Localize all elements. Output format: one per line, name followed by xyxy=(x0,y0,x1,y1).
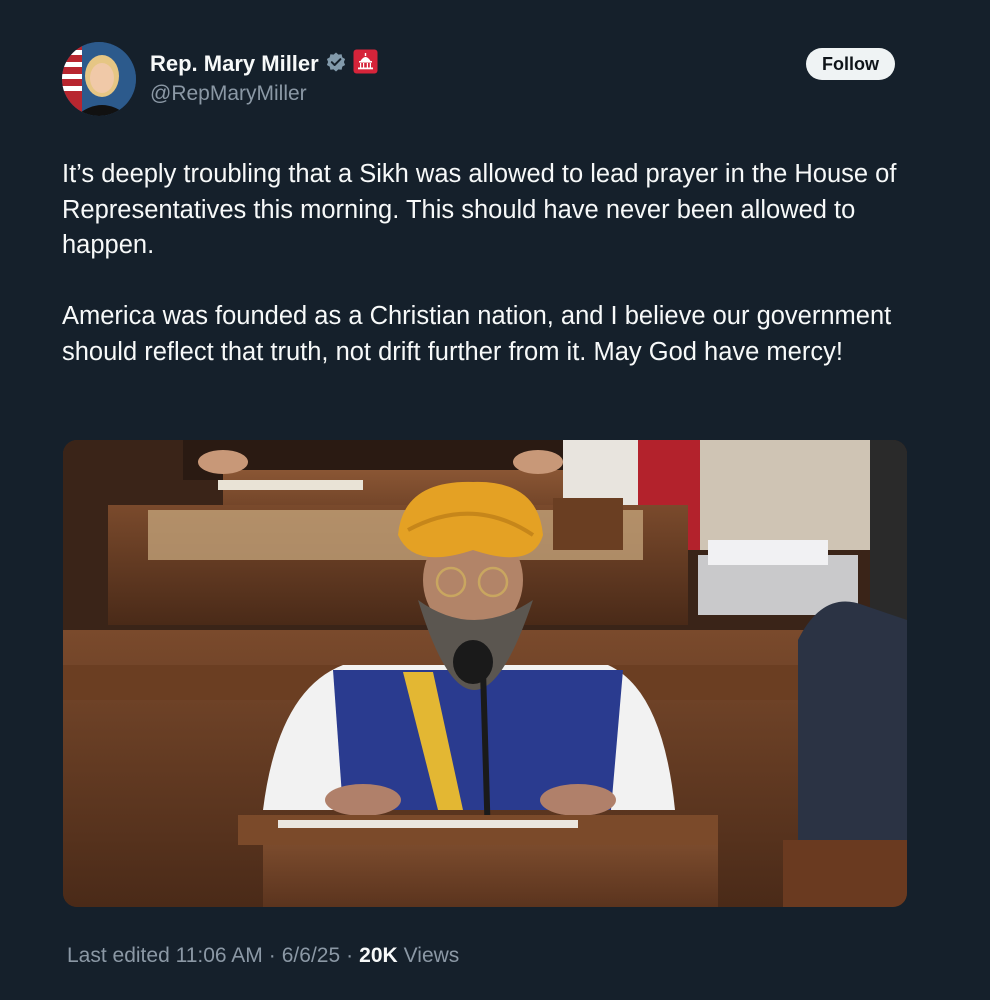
tweet-media-image[interactable] xyxy=(63,440,907,907)
tweet-meta: Last edited 11:06 AM · 6/6/25 · 20K View… xyxy=(67,944,459,968)
meta-separator: · xyxy=(346,944,354,967)
photo-of-sikh-chaplain-at-house-podium xyxy=(63,440,907,907)
author-display-name[interactable]: Rep. Mary Miller xyxy=(150,51,319,77)
views-count: 20K xyxy=(359,944,398,967)
author-handle[interactable]: @RepMaryMiller xyxy=(150,82,378,106)
tweet-paragraph-1: It’s deeply troubling that a Sikh was al… xyxy=(62,160,897,259)
gray-check-badge-icon xyxy=(325,51,347,78)
tweet-card: Rep. Mary Miller @RepMaryMiller Follow I… xyxy=(0,0,990,1000)
author-avatar[interactable] xyxy=(62,42,136,116)
edited-timestamp[interactable]: Last edited 11:06 AM xyxy=(67,944,263,968)
name-row: Rep. Mary Miller xyxy=(150,48,378,80)
us-capitol-icon[interactable] xyxy=(353,49,378,79)
author-info: Rep. Mary Miller @RepMaryMiller xyxy=(150,48,378,106)
tweet-paragraph-2: America was founded as a Christian natio… xyxy=(62,302,892,366)
tweet-date[interactable]: 6/6/25 xyxy=(282,944,340,968)
avatar-image xyxy=(62,42,136,116)
follow-button[interactable]: Follow xyxy=(806,48,895,80)
meta-separator: · xyxy=(268,944,276,967)
views-label: Views xyxy=(403,944,460,967)
tweet-text: It’s deeply troubling that a Sikh was al… xyxy=(62,157,922,406)
